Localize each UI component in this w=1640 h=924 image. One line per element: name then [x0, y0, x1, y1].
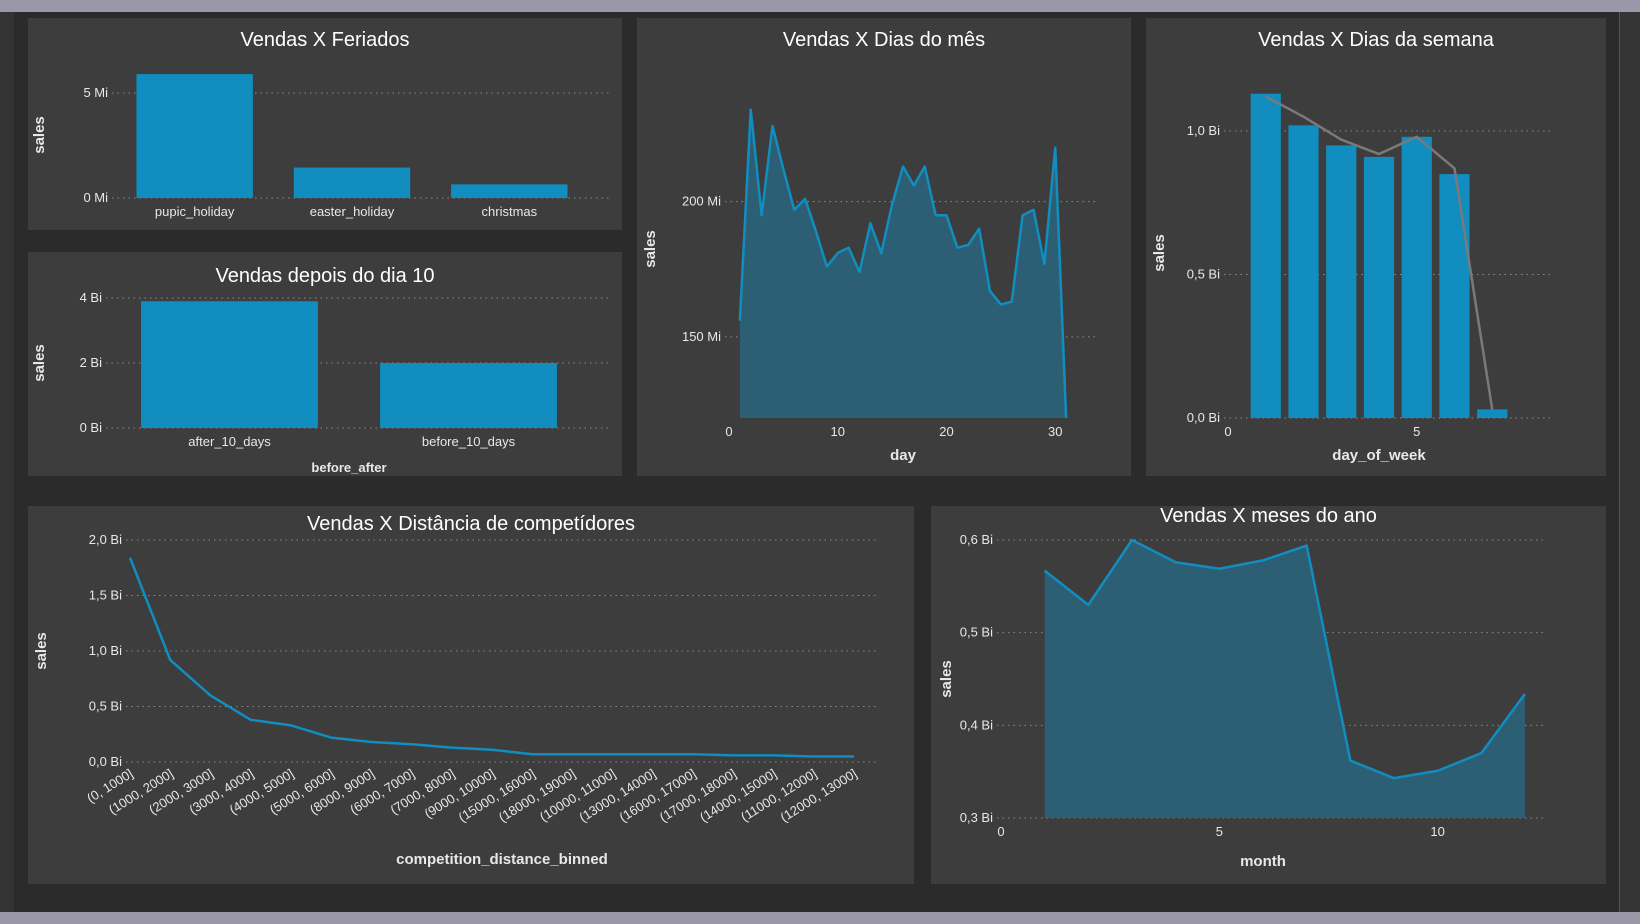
x-tick-label: 30: [1048, 424, 1062, 439]
y-tick-label: 0,5 Bi: [89, 699, 122, 714]
y-tick-label: 0 Mi: [83, 190, 108, 205]
y-tick-label: 2 Bi: [80, 355, 103, 370]
bar: [1326, 145, 1357, 418]
y-tick-label: 200 Mi: [682, 194, 721, 209]
bar: [1477, 409, 1508, 418]
chart-panel-meses[interactable]: Vendas X meses do ano 0,3 Bi 0,4 Bi 0,5 Bi 0…: [931, 505, 1606, 884]
series-line: [128, 557, 854, 758]
x-tick-label: 0: [725, 424, 732, 439]
bar: [141, 301, 318, 428]
x-tick-label: after_10_days: [188, 434, 271, 449]
x-axis-label: before_after: [311, 460, 386, 475]
y-tick-label: 5 Mi: [83, 85, 108, 100]
y-tick-label: 0 Bi: [80, 420, 103, 435]
x-tick-label: 10: [831, 424, 845, 439]
chart-panel-depois10[interactable]: Vendas depois do dia 10 0 Bi 2 Bi 4 Bi sales…: [28, 252, 622, 476]
chart-diasmes: Vendas X Dias do mês 150 Mi 200 Mi sales 0 10…: [642, 29, 1099, 464]
y-axis-label: sales: [642, 230, 659, 268]
bar: [1363, 156, 1395, 418]
x-tick-label: christmas: [482, 204, 538, 219]
y-tick-label: 2,0 Bi: [89, 532, 122, 547]
y-tick-label: 150 Mi: [682, 329, 721, 344]
x-axis-label: day_of_week: [1332, 447, 1426, 464]
chart-depois10: Vendas depois do dia 10 0 Bi 2 Bi 4 Bi sales…: [31, 265, 610, 475]
chart-distancia: Vendas X Distância de competídores 0,0 Bi…: [33, 513, 876, 868]
y-tick-label: 0,3 Bi: [960, 810, 993, 825]
x-axis-label: day: [890, 447, 917, 464]
vertical-scrollbar[interactable]: [1619, 12, 1640, 912]
chart-panel-diasmes[interactable]: Vendas X Dias do mês 150 Mi 200 Mi sales 0 10…: [637, 18, 1131, 476]
x-tick-label: 5: [1413, 424, 1420, 439]
bar: [380, 363, 557, 428]
chart-panel-diassemana[interactable]: Vendas X Dias da semana 0,0 Bi 0,5 Bi 1,0 B…: [1146, 18, 1606, 476]
chart-title: Vendas X Dias do mês: [783, 29, 985, 51]
y-tick-label: 0,0 Bi: [1187, 410, 1220, 425]
bar: [1250, 93, 1281, 418]
chart-title: Vendas X Distância de competídores: [307, 513, 635, 535]
chart-panel-feriados[interactable]: Vendas X Feriados 0 Mi 5 Mi sales pupic_holi…: [28, 18, 622, 230]
y-axis-label: sales: [1151, 234, 1168, 272]
y-tick-label: 0,4 Bi: [960, 717, 993, 732]
bar: [1288, 125, 1319, 418]
x-tick-label: 5: [1216, 824, 1223, 839]
x-axis-label: competition_distance_binned: [396, 851, 608, 868]
bar: [1439, 174, 1470, 418]
bar: [293, 167, 411, 198]
x-axis-label: month: [1240, 853, 1286, 870]
y-axis-label: sales: [31, 344, 48, 382]
y-tick-label: 0,0 Bi: [89, 754, 122, 769]
y-tick-label: 4 Bi: [80, 290, 103, 305]
chart-title: Vendas X meses do ano: [1160, 505, 1377, 527]
dashboard-canvas: Vendas X Feriados 0 Mi 5 Mi sales pupic_holi…: [0, 12, 1640, 912]
y-tick-label: 1,5 Bi: [89, 588, 122, 603]
y-tick-label: 1,0 Bi: [1187, 123, 1220, 138]
bar: [136, 74, 253, 198]
x-tick-label: 0: [997, 824, 1004, 839]
y-axis-label: sales: [33, 632, 50, 670]
x-tick-label: 0: [1224, 424, 1231, 439]
y-tick-label: 0,5 Bi: [960, 625, 993, 640]
y-axis-label: sales: [938, 660, 955, 698]
bar: [451, 184, 568, 198]
x-tick-label: 10: [1430, 824, 1444, 839]
chart-title: Vendas depois do dia 10: [215, 265, 434, 287]
x-tick-label: before_10_days: [422, 434, 516, 449]
chart-feriados: Vendas X Feriados 0 Mi 5 Mi sales pupic_holi…: [31, 29, 610, 219]
x-tick-label: easter_holiday: [310, 204, 395, 219]
chart-title: Vendas X Dias da semana: [1258, 29, 1495, 51]
y-tick-label: 1,0 Bi: [89, 643, 122, 658]
chart-meses: Vendas X meses do ano 0,3 Bi 0,4 Bi 0,5 Bi 0…: [938, 505, 1547, 870]
left-edge-bar: [0, 12, 14, 912]
x-tick-label: pupic_holiday: [155, 204, 235, 219]
chart-diassemana: Vendas X Dias da semana 0,0 Bi 0,5 Bi 1,0 B…: [1151, 29, 1552, 464]
chart-title: Vendas X Feriados: [241, 29, 410, 51]
chart-panel-distancia[interactable]: Vendas X Distância de competídores 0,0 Bi…: [28, 506, 914, 884]
y-tick-label: 0,6 Bi: [960, 532, 993, 547]
bar: [1401, 136, 1432, 419]
area-fill: [1044, 540, 1525, 818]
y-axis-label: sales: [31, 116, 48, 154]
y-tick-label: 0,5 Bi: [1187, 267, 1220, 282]
x-tick-label: 20: [939, 424, 953, 439]
